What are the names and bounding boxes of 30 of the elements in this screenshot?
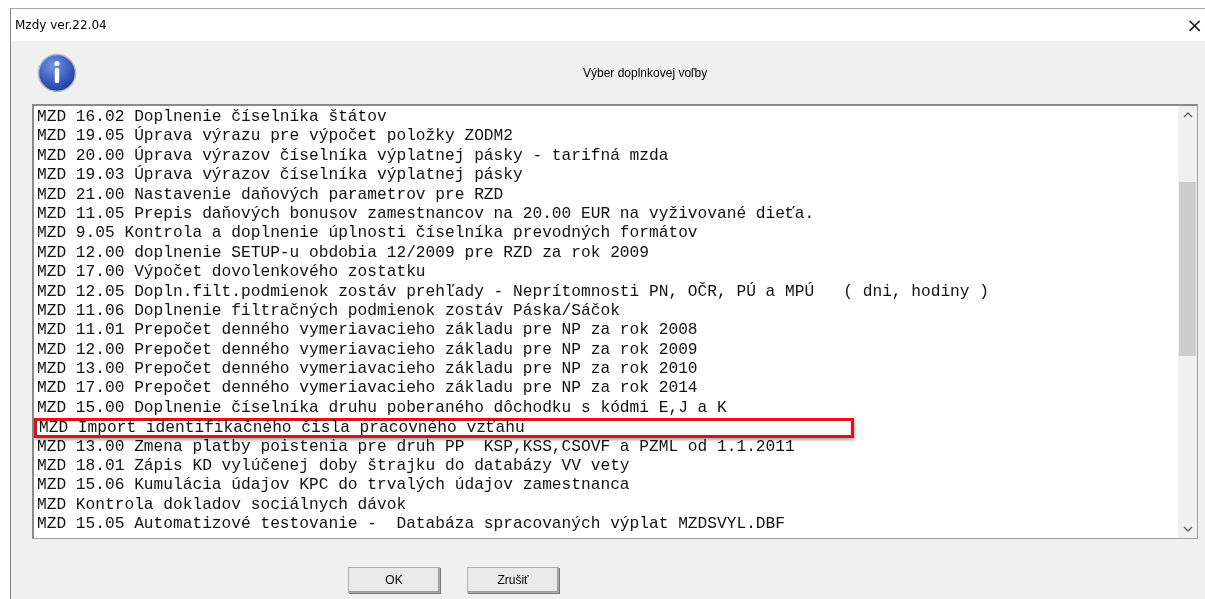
list-item[interactable]: MZD 9.05 Kontrola a doplnenie úplnosti číselníka prevodných formátov [37,224,698,244]
info-icon [37,52,77,93]
list-item[interactable]: MZD 15.05 Automatizové testovanie - Databáza spracovaných výplat MZDSVYL.DBF [37,515,785,535]
list-item[interactable]: MZD Import identifikačného čísla pracovného vzťahu [34,418,854,438]
list-item[interactable]: MZD 11.01 Prepočet denného vymeriavacieho základu pre NP za rok 2008 [37,321,698,341]
scroll-down-icon[interactable] [1182,526,1193,532]
ok-button[interactable]: OK [348,567,440,593]
cancel-button[interactable]: Zrušiť [467,567,559,593]
list-item[interactable]: MZD 12.00 doplnenie SETUP-u obdobia 12/2009 pre RZD za rok 2009 [37,243,649,264]
scroll-thumb[interactable] [1179,182,1196,356]
list-item[interactable]: MZD 21.00 Nastavenie daňových parametrov pre RZD [37,185,504,205]
list-item[interactable]: MZD 19.03 Úprava výrazov číselníka výplatnej pásky [37,166,523,186]
list-item[interactable]: MZD 13.00 Zmena platby poistenia pre druh PP KSP,KSS,CSOVF a PZML od 1.1.2011 [37,437,795,458]
list-item[interactable]: MZD 13.00 Prepočet denného vymeriavacieho základu pre NP za rok 2010 [37,360,698,380]
list-item[interactable]: MZD 11.05 Prepis daňových bonusov zamestnancov na 20.00 EUR na vyživované dieťa. [37,204,815,225]
close-button[interactable]: × [1184,15,1205,35]
list-item[interactable]: MZD 11.06 Doplnenie filtračných podmienok zostáv Páska/Sáčok [37,301,620,322]
scrollbar[interactable] [1178,106,1197,538]
list-item[interactable]: MZD 17.00 Výpočet dovolenkového zostatku [37,263,426,283]
list-item[interactable]: MZD 17.00 Prepočet denného vymeriavacieho základu pre NP za rok 2014 [37,379,698,399]
list-item[interactable]: MZD 19.05 Úprava výrazu pre výpočet položky ZODM2 [37,127,513,147]
list-item[interactable]: MZD 12.05 Dopln.filt.podmienok zostáv prehľady - Neprítomnosti PN, OČR, PÚ a MPÚ ( dni, hodiny ) [37,282,989,302]
scroll-up-icon[interactable] [1182,112,1193,118]
list-item[interactable]: MZD Kontrola dokladov sociálnych dávok [37,495,407,516]
list-item[interactable]: MZD 15.06 Kumulácia údajov KPC do trvalých údajov zamestnanca [37,476,630,496]
list-item[interactable]: MZD 18.01 Zápis KD vylúčenej doby štrajku do databázy VV vety [37,457,630,477]
list-item[interactable]: MZD 12.00 Prepočet denného vymeriavacieho základu pre NP za rok 2009 [37,340,698,361]
window-title: Mzdy ver.22.04 [14,18,107,32]
list-item[interactable]: MZD 15.00 Doplnenie číselníka druhu poberaného dôchodku s kódmi E,J a K [37,398,727,419]
dialog-heading: Výber doplnkovej voľby [583,65,708,80]
